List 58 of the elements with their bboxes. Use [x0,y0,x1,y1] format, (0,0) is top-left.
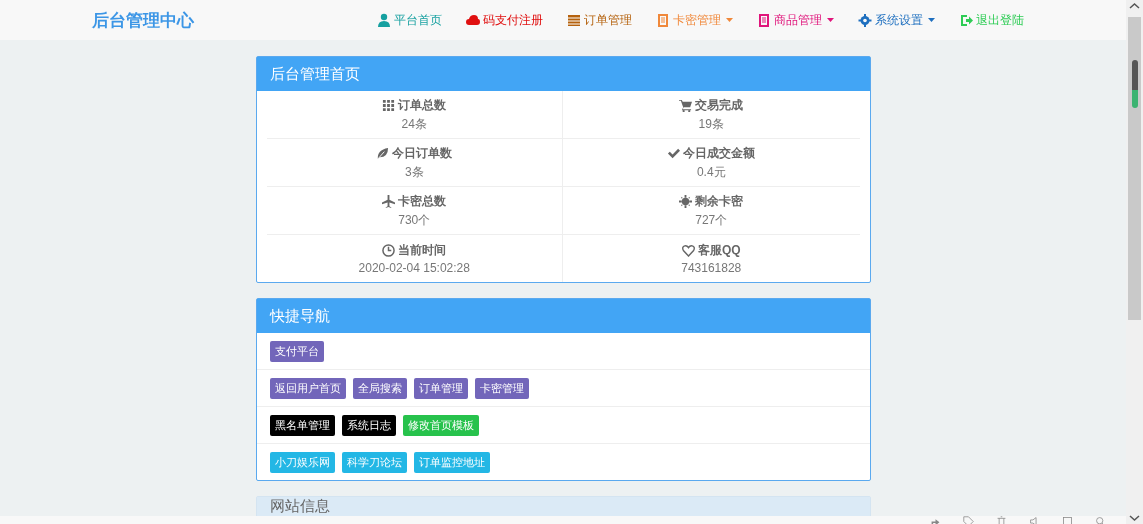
scrollbar[interactable] [1126,0,1143,524]
nav-link[interactable]: 订单管理 [555,11,644,29]
stat-label: 今日订单数 [392,144,453,162]
stat-label: 客服QQ [697,242,741,259]
checkmark-icon [667,146,681,160]
trash-icon[interactable] [996,516,1007,524]
site-logo-text[interactable]: 后台管理中心 [92,8,194,32]
document-icon [757,13,771,27]
quick-link[interactable]: 订单监控地址 [413,451,490,473]
nav-link[interactable]: 商品管理 [745,11,846,29]
quick-link[interactable]: 返回用户首页 [269,377,346,399]
stat-value: 3条 [404,163,424,181]
stat-label: 当前时间 [398,242,447,259]
stat-value: 0.4元 [696,163,726,181]
stat-label: 剩余卡密 [695,192,744,210]
airplane-icon [382,194,396,208]
quick-link[interactable]: 小刀娱乐网 [269,451,335,473]
stat-label: 交易完成 [695,96,744,114]
quick-link[interactable]: 支付平台 [269,340,324,362]
panel-title: 快捷导航 [256,299,870,333]
cart-icon [679,98,693,112]
quick-link[interactable]: 修改首页模板 [402,414,479,436]
stat-label: 今日成交金额 [683,144,756,162]
nav-link[interactable]: 卡密管理 [644,11,745,29]
stat-value: 743161828 [681,261,742,275]
leaf-icon [376,146,390,160]
panel-title: 后台管理首页 [256,57,870,91]
speaker-icon[interactable] [1029,516,1040,524]
stat-label: 卡密总数 [398,192,447,210]
quick-link[interactable]: 卡密管理 [474,377,529,399]
stat-value: 727个 [695,211,728,229]
document-icon [656,13,670,27]
stat-label: 订单总数 [398,96,447,114]
grid-icon [382,98,396,112]
tag-icon[interactable] [963,516,974,524]
nav-link[interactable]: 平台首页 [365,11,454,29]
quick-link[interactable]: 系统日志 [341,414,396,436]
heart-icon [681,244,695,257]
quick-link[interactable]: 全局搜索 [352,377,407,399]
clock-icon [382,244,396,257]
stat-value: 19条 [698,115,724,133]
quick-link[interactable]: 黑名单管理 [269,414,335,436]
caret-icon [827,18,834,22]
caret-icon [726,18,733,22]
caret-icon [928,18,935,22]
cloud-icon [466,13,480,27]
stat-value: 24条 [401,115,427,133]
sign-out-icon [959,13,973,27]
sun-icon [679,194,693,208]
search-icon[interactable] [1095,516,1106,524]
person-icon [377,13,391,27]
nav-link[interactable]: 系统设置 [846,11,947,29]
quick-link[interactable]: 订单管理 [413,377,468,399]
quick-link[interactable]: 科学刀论坛 [341,451,407,473]
nav-link[interactable]: 码支付注册 [454,11,555,29]
window-icon[interactable] [1062,516,1073,524]
stat-value: 730个 [398,211,431,229]
stat-value: 2020-02-04 15:02:28 [358,261,470,275]
